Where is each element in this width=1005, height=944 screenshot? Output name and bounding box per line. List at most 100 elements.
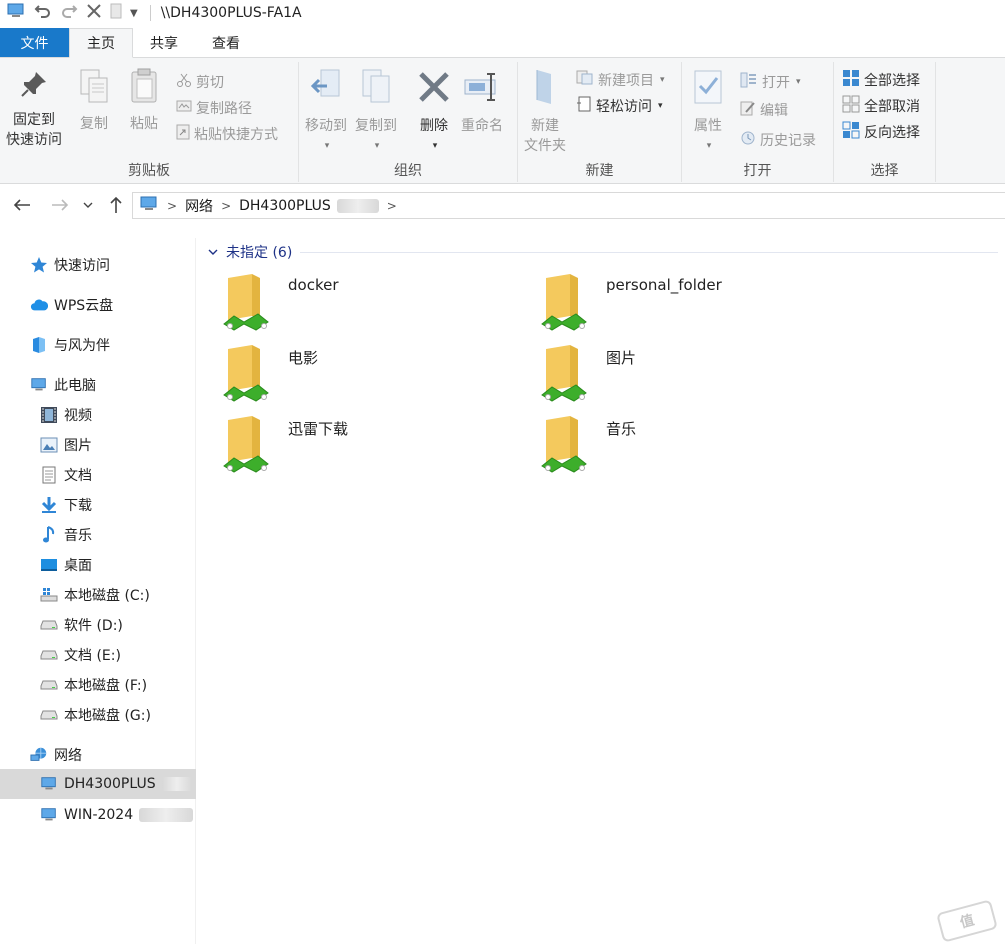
easy-access-icon [576, 95, 592, 117]
move-to-button[interactable]: 移动到 ▾ [305, 68, 347, 156]
delete-button[interactable]: 删除 ▾ [417, 68, 451, 156]
sidebar-item-user[interactable]: 与风为伴 [30, 330, 110, 360]
tab-file[interactable]: 文件 [0, 28, 69, 57]
properties-button[interactable]: 属性 ▾ [692, 68, 724, 156]
breadcrumb-device[interactable]: DH4300PLUS [239, 198, 331, 214]
sidebar-item-label: 音乐 [64, 528, 92, 544]
sidebar-item-drive-g[interactable]: 本地磁盘 (G:) [40, 700, 151, 730]
folder-item[interactable]: 电影 [222, 343, 522, 403]
up-arrow-icon[interactable] [104, 193, 128, 217]
folder-item[interactable]: 迅雷下载 [222, 414, 522, 474]
breadcrumb-chevron-icon: > [167, 198, 178, 213]
edit-button[interactable]: 编辑 [740, 98, 788, 122]
folder-name: 电影 [288, 349, 319, 367]
sidebar-item-this-pc[interactable]: 此电脑 [30, 370, 96, 400]
history-button[interactable]: 历史记录 [740, 128, 816, 152]
invert-selection-icon [842, 121, 860, 143]
navigation-bar: > 网络 > DH4300PLUS > [0, 184, 1005, 226]
copy-to-icon [359, 68, 393, 116]
sidebar-item-label: 与风为伴 [54, 338, 110, 354]
new-folder-button[interactable]: 新建 文件夹 [524, 68, 566, 156]
open-button[interactable]: 打开 ▾ [740, 70, 801, 94]
folder-item[interactable]: docker [222, 272, 522, 332]
breadcrumb-chevron-icon[interactable]: > [219, 199, 233, 213]
rename-label: 重命名 [461, 118, 503, 134]
folder-item[interactable]: personal_folder [540, 272, 840, 332]
sidebar-item-quick-access[interactable]: 快速访问 [30, 250, 110, 280]
rename-button[interactable]: 重命名 [461, 68, 503, 136]
paste-button[interactable]: 粘贴 [128, 68, 160, 134]
sidebar-item-drive-f[interactable]: 本地磁盘 (F:) [40, 670, 147, 700]
paste-shortcut-button[interactable]: 粘贴快捷方式 [176, 122, 278, 146]
sidebar-item-label: WIN-2024 [64, 807, 134, 823]
copy-to-button[interactable]: 复制到 ▾ [355, 68, 397, 156]
sidebar-item-drive-d[interactable]: 软件 (D:) [40, 610, 123, 640]
delete-quick-icon[interactable] [86, 3, 102, 23]
forward-arrow-icon[interactable] [48, 193, 72, 217]
tab-share[interactable]: 共享 [133, 28, 195, 57]
folder-item[interactable]: 音乐 [540, 414, 840, 474]
sidebar-item-label: 本地磁盘 (F:) [64, 678, 148, 694]
sidebar-item-videos[interactable]: 视频 [40, 400, 92, 430]
sidebar-item-label: 本地磁盘 (G:) [64, 708, 151, 724]
organize-group-label: 组织 [394, 163, 422, 179]
sidebar-item-desktop[interactable]: 桌面 [40, 550, 92, 580]
address-bar[interactable]: > 网络 > DH4300PLUS > [132, 192, 1005, 219]
pin-quick-access-button[interactable]: 固定到 快速访问 [6, 68, 62, 150]
collapse-chevron-icon[interactable] [208, 244, 218, 260]
sidebar-item-documents[interactable]: 文档 [40, 460, 92, 490]
properties-quick-icon[interactable] [110, 3, 122, 23]
breadcrumb-chevron-icon[interactable]: > [385, 199, 399, 213]
delete-dropdown-icon: ▾ [432, 141, 438, 151]
copy-path-button[interactable]: 复制路径 [176, 96, 252, 120]
properties-label: 属性 [694, 118, 722, 134]
sidebar-item-nas-device[interactable]: DH4300PLUS [0, 769, 196, 799]
select-all-button[interactable]: 全部选择 [842, 68, 920, 92]
open-icon [740, 72, 758, 92]
select-none-button[interactable]: 全部取消 [842, 94, 920, 118]
paste-icon [128, 68, 160, 114]
drive-icon [40, 706, 58, 724]
tab-view[interactable]: 查看 [195, 28, 257, 57]
invert-selection-label: 反向选择 [864, 125, 920, 141]
tab-home[interactable]: 主页 [69, 28, 133, 58]
cloud-icon [30, 296, 48, 314]
system-drive-icon [40, 586, 58, 604]
copy-path-icon [176, 99, 192, 117]
shared-folder-icon [222, 414, 274, 474]
organize-group: 移动到 ▾ 复制到 ▾ 删除 ▾ 重命名 组织 [299, 62, 518, 182]
easy-access-dropdown-icon: ▾ [658, 101, 663, 111]
sidebar-item-wps-cloud[interactable]: WPS云盘 [30, 290, 113, 320]
cut-button[interactable]: 剪切 [176, 70, 224, 94]
sidebar-item-network[interactable]: 网络 [30, 740, 82, 770]
sidebar-item-label: WPS云盘 [54, 298, 114, 314]
sidebar-item-music[interactable]: 音乐 [40, 520, 92, 550]
new-item-button[interactable]: 新建项目 ▾ [576, 68, 665, 92]
folder-item[interactable]: 图片 [540, 343, 840, 403]
sidebar-item-drive-c[interactable]: 本地磁盘 (C:) [40, 580, 150, 610]
group-header[interactable]: 未指定 (6) [208, 242, 998, 262]
copy-button[interactable]: 复制 [78, 68, 110, 134]
breadcrumb-network[interactable]: 网络 [185, 196, 213, 216]
redo-icon[interactable] [60, 2, 78, 24]
sidebar-item-win-pc[interactable]: WIN-2024 [40, 800, 194, 830]
back-arrow-icon[interactable] [10, 193, 34, 217]
copy-label: 复制 [80, 116, 108, 132]
clipboard-group: 固定到 快速访问 复制 粘贴 剪切 复制路径 粘贴快捷方式 剪贴板 [0, 62, 299, 182]
new-folder-icon [529, 68, 561, 116]
properties-dropdown-icon: ▾ [706, 141, 712, 151]
easy-access-button[interactable]: 轻松访问 ▾ [576, 94, 663, 118]
delete-label: 删除 [420, 118, 448, 134]
recent-locations-chevron-icon[interactable] [80, 193, 96, 217]
properties-icon [692, 68, 724, 116]
sidebar-item-drive-e[interactable]: 文档 (E:) [40, 640, 121, 670]
drive-icon [40, 616, 58, 634]
network-computer-icon [40, 775, 58, 793]
navigation-pane: 快速访问 WPS云盘 与风为伴 此电脑 视频 图片 文档 下载 音乐 桌面 本地… [0, 238, 196, 944]
sidebar-item-downloads[interactable]: 下载 [40, 490, 92, 520]
sidebar-item-pictures[interactable]: 图片 [40, 430, 92, 460]
customize-dropdown-icon[interactable]: ▼ [130, 8, 138, 19]
group-title: 未指定 (6) [226, 245, 293, 261]
undo-icon[interactable] [34, 2, 52, 24]
invert-selection-button[interactable]: 反向选择 [842, 120, 920, 144]
